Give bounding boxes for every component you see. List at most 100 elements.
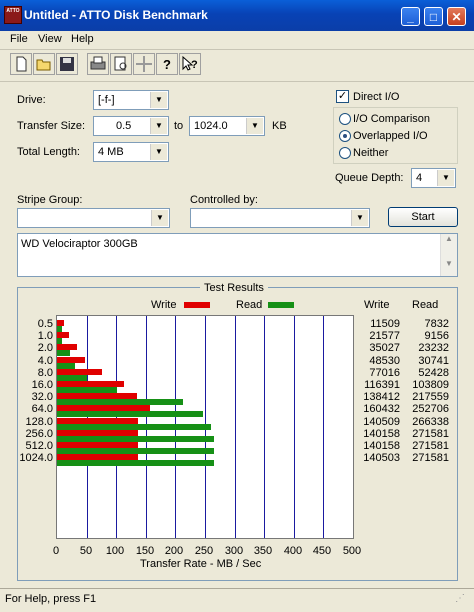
- overlapped-io-radio[interactable]: [339, 130, 351, 142]
- read-value: 7832: [424, 318, 449, 330]
- y-tick-label: 64.0: [31, 403, 53, 416]
- open-icon[interactable]: [33, 53, 55, 75]
- drive-label: Drive:: [17, 94, 46, 106]
- write-value: 140503: [363, 452, 400, 465]
- y-tick-label: 512.0: [25, 440, 53, 452]
- context-help-icon[interactable]: ?: [179, 53, 201, 75]
- read-value: 271581: [412, 452, 449, 465]
- menu-help[interactable]: Help: [71, 33, 94, 45]
- kb-label: KB: [272, 120, 287, 132]
- chevron-down-icon[interactable]: ▼: [150, 118, 167, 134]
- read-value: 252706: [412, 403, 449, 416]
- write-value: 140158: [363, 440, 400, 452]
- new-icon[interactable]: [10, 53, 32, 75]
- print-preview-icon[interactable]: [110, 53, 132, 75]
- column-read-header: Read: [412, 299, 439, 311]
- transfer-size-to-select[interactable]: 1024.0 ▼: [189, 116, 265, 136]
- write-value: 138412: [363, 391, 400, 404]
- toolbar-divider: [0, 49, 474, 50]
- transfer-from-value: 0.5: [116, 120, 132, 132]
- queue-depth-label: Queue Depth:: [335, 172, 404, 184]
- x-tick-label: 350: [253, 545, 273, 557]
- write-value: 140158: [363, 427, 400, 440]
- x-tick-label: 200: [164, 545, 184, 557]
- read-value: 23232: [418, 342, 449, 355]
- chevron-down-icon[interactable]: ▼: [151, 210, 168, 226]
- start-button[interactable]: Start: [388, 207, 458, 227]
- x-axis-title: Transfer Rate - MB / Sec: [140, 558, 262, 570]
- transfer-size-from-select[interactable]: 0.5 ▼: [93, 116, 169, 136]
- window-title: Untitled - ATTO Disk Benchmark: [24, 8, 208, 22]
- transfer-to-value: 1024.0: [194, 120, 228, 132]
- write-value: 35027: [369, 342, 400, 355]
- write-value: 77016: [369, 366, 400, 379]
- close-button[interactable]: ✕: [447, 7, 466, 26]
- queue-depth-select[interactable]: 4 ▼: [411, 168, 456, 188]
- neither-radio[interactable]: [339, 147, 351, 159]
- direct-io-checkbox[interactable]: ✓: [336, 90, 349, 103]
- y-tick-label: 256.0: [25, 427, 53, 440]
- chevron-down-icon[interactable]: ▼: [150, 92, 167, 108]
- io-comparison-radio[interactable]: [339, 113, 351, 125]
- help-icon[interactable]: ?: [156, 53, 178, 75]
- read-value: 9156: [424, 330, 449, 343]
- total-length-value: 4 MB: [98, 146, 124, 158]
- neither-label: Neither: [353, 147, 389, 159]
- move-icon[interactable]: [133, 53, 155, 75]
- chevron-down-icon[interactable]: ▼: [150, 144, 167, 160]
- y-tick-label: 32.0: [31, 391, 53, 404]
- chevron-down-icon[interactable]: ▼: [351, 210, 368, 226]
- legend-write-swatch: [184, 302, 210, 308]
- description-textarea[interactable]: WD Velociraptor 300GB ▲ ▼: [17, 233, 458, 277]
- save-icon[interactable]: [56, 53, 78, 75]
- x-tick-label: 0: [52, 545, 60, 557]
- description-scrollbar[interactable]: ▲ ▼: [440, 234, 457, 276]
- drive-select[interactable]: [-f-] ▼: [93, 90, 169, 110]
- queue-depth-value: 4: [416, 172, 423, 184]
- read-value: 266338: [412, 415, 449, 428]
- y-tick-label: 0.5: [37, 318, 53, 330]
- read-value: 271581: [412, 427, 449, 440]
- drive-value: [-f-]: [98, 94, 115, 106]
- chevron-down-icon[interactable]: ▼: [437, 170, 454, 186]
- x-tick-label: 50: [79, 545, 93, 557]
- y-tick-label: 1024.0: [19, 452, 53, 465]
- total-length-select[interactable]: 4 MB ▼: [93, 142, 169, 162]
- x-tick-label: 100: [105, 545, 125, 557]
- resize-grip-icon[interactable]: ⋰: [455, 593, 469, 607]
- y-tick-label: 128.0: [25, 415, 53, 428]
- menu-view[interactable]: View: [38, 33, 62, 45]
- controlled-by-select[interactable]: ▼: [190, 208, 370, 228]
- io-comparison-label: I/O Comparison: [353, 113, 431, 125]
- write-value: 11509: [370, 318, 400, 330]
- chevron-down-icon[interactable]: ▼: [441, 259, 457, 268]
- maximize-button[interactable]: □: [424, 7, 443, 26]
- bar-read: [57, 362, 75, 369]
- legend-write-label: Write: [151, 299, 177, 311]
- read-value: 52428: [418, 366, 449, 379]
- minimize-button[interactable]: _: [401, 7, 420, 26]
- chevron-up-icon[interactable]: ▲: [441, 234, 457, 243]
- bar-read: [57, 350, 70, 357]
- bar-read: [57, 338, 62, 345]
- write-value: 21577: [369, 330, 400, 343]
- x-tick-label: 450: [312, 545, 332, 557]
- write-value: 160432: [363, 403, 400, 416]
- test-results-title: Test Results: [200, 282, 268, 294]
- transfer-size-label: Transfer Size:: [17, 120, 86, 132]
- stripe-group-select[interactable]: ▼: [17, 208, 170, 228]
- to-label: to: [174, 120, 184, 132]
- overlapped-io-label: Overlapped I/O: [353, 130, 428, 142]
- read-value: 217559: [412, 391, 449, 404]
- y-tick-label: 16.0: [31, 379, 53, 391]
- direct-io-label: Direct I/O: [353, 91, 400, 103]
- print-icon[interactable]: [87, 53, 109, 75]
- bar-read: [57, 423, 211, 430]
- bar-read: [57, 448, 214, 454]
- chevron-down-icon[interactable]: ▼: [246, 118, 263, 134]
- write-value: 116391: [364, 379, 400, 391]
- status-text: For Help, press F1: [5, 593, 97, 605]
- legend-read-label: Read: [236, 299, 263, 311]
- menu-file[interactable]: File: [10, 33, 28, 45]
- atto-app-icon[interactable]: ATTO: [4, 6, 22, 24]
